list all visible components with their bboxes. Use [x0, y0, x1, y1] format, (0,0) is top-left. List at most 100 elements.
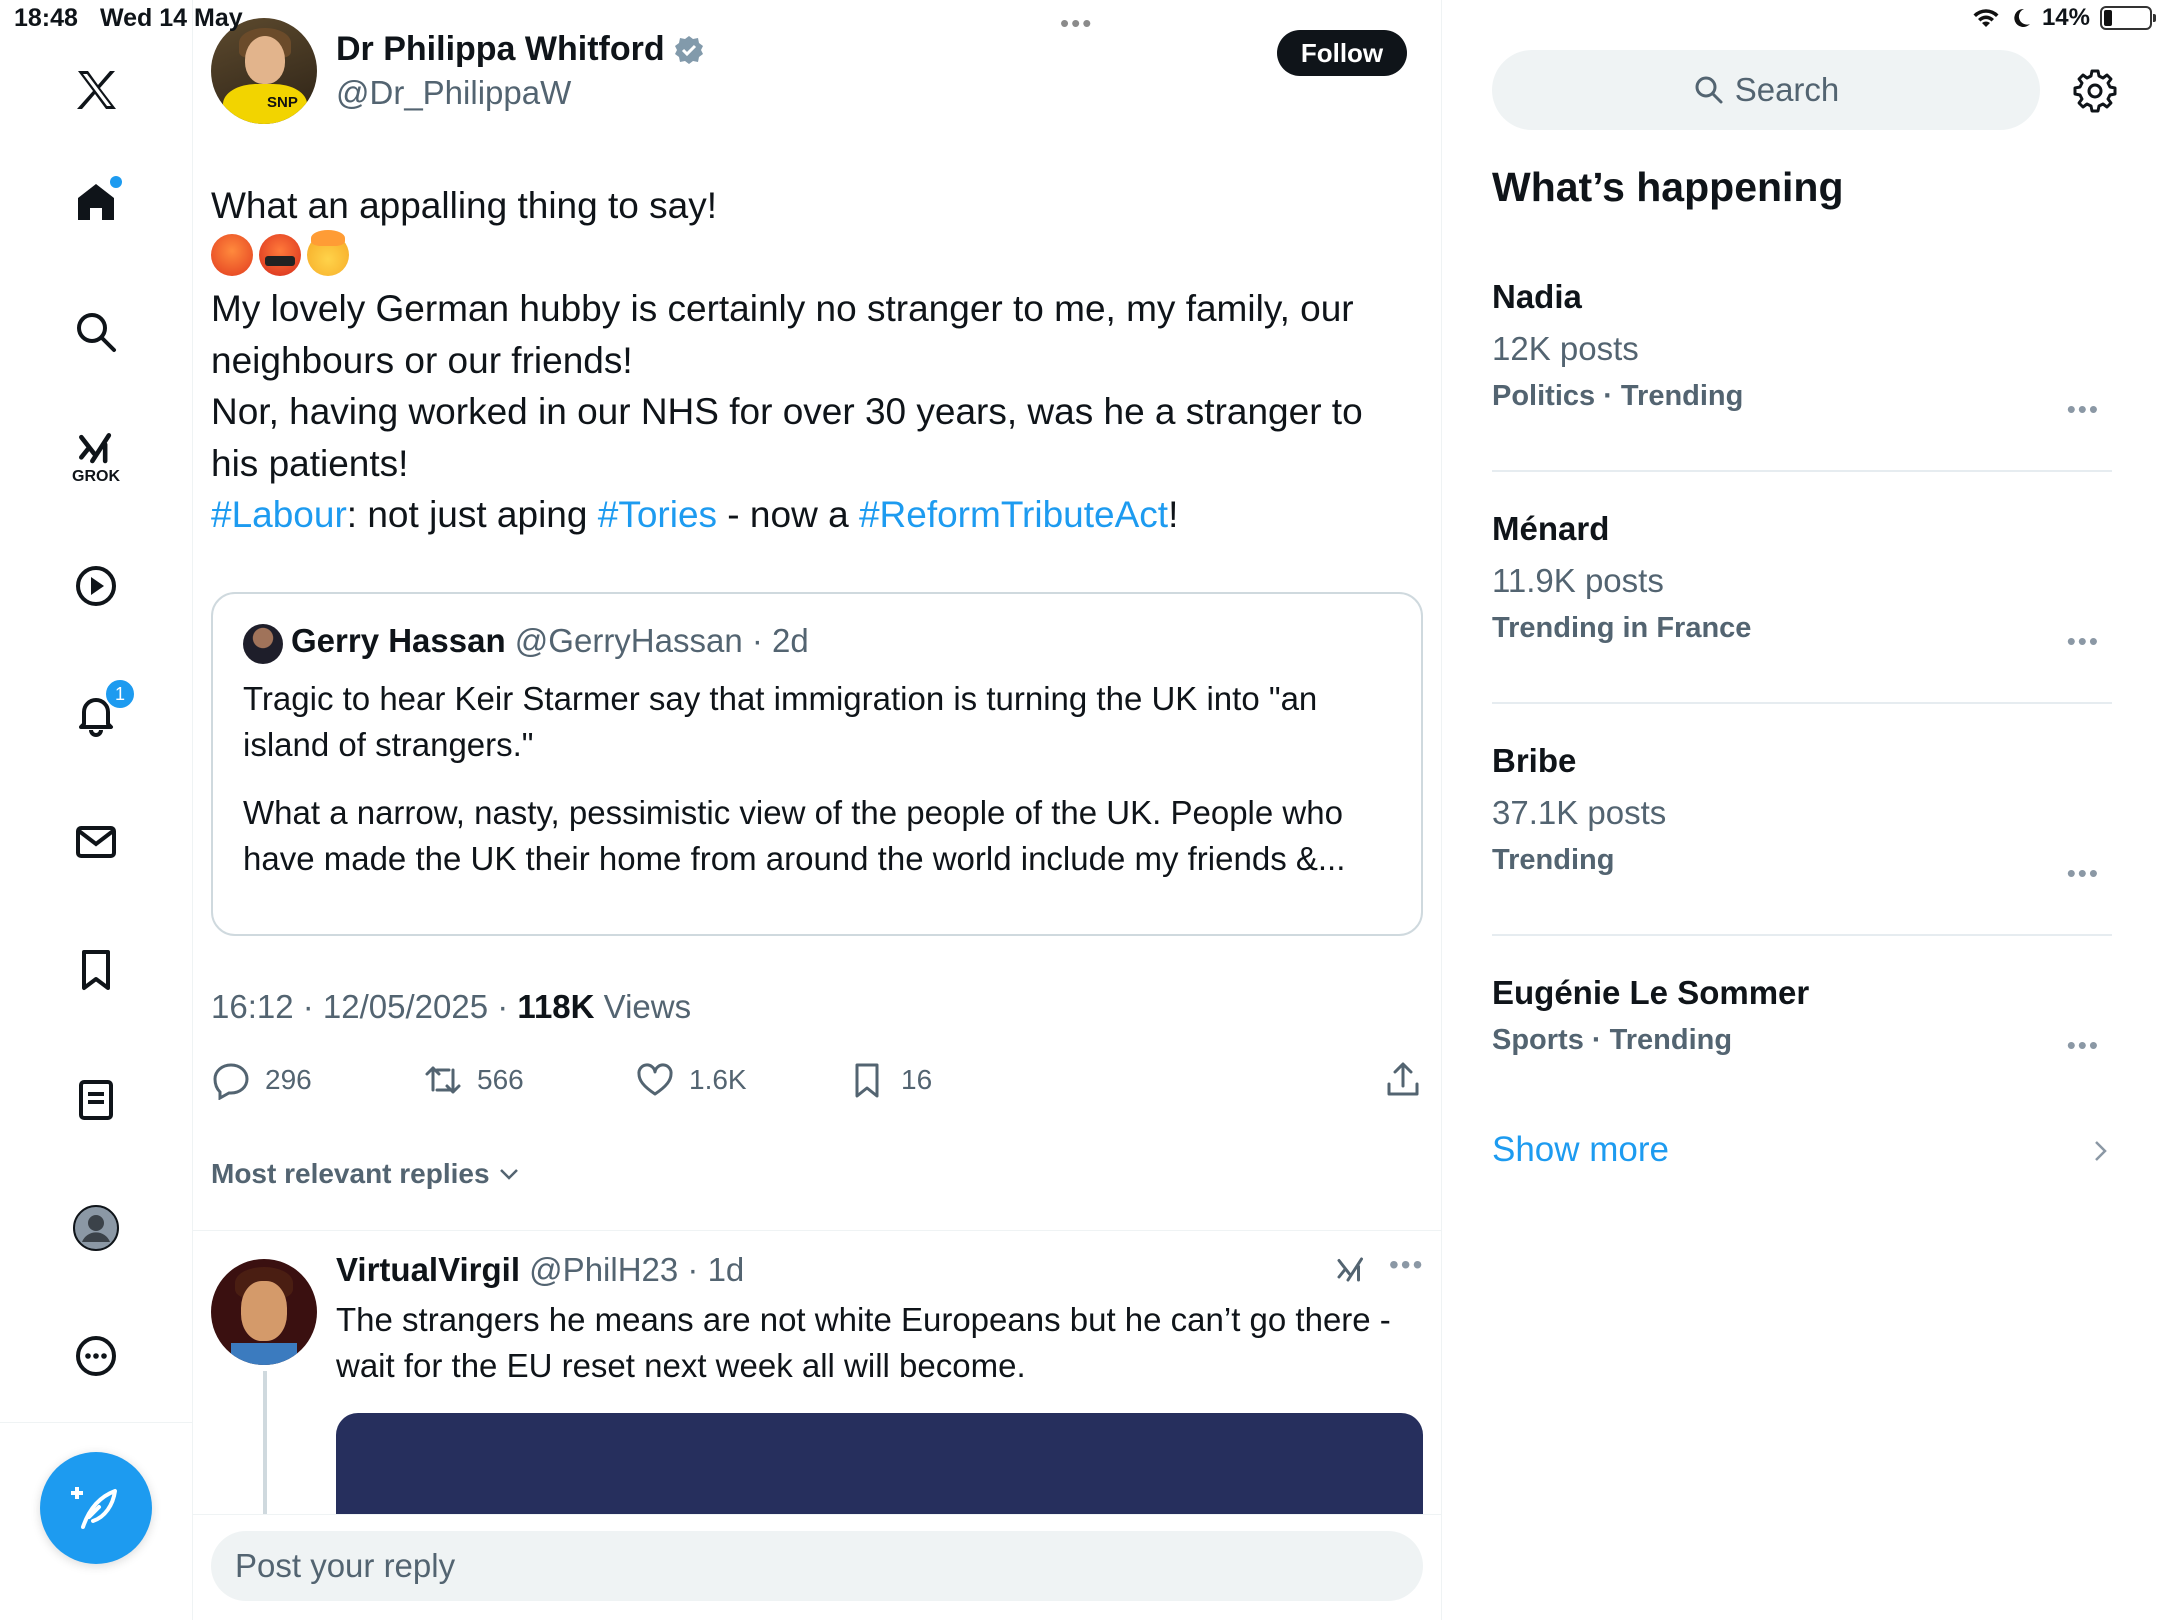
post-detail-column: SNP Dr Philippa Whitford @Dr_PhilippaW F… — [193, 0, 1442, 1620]
compose-post-button[interactable] — [40, 1452, 152, 1564]
nav-divider — [0, 1422, 193, 1423]
video-play-icon[interactable] — [66, 556, 126, 616]
lists-icon[interactable] — [66, 1070, 126, 1130]
share-upload-icon — [1387, 1062, 1419, 1096]
trend-category: Trending in France — [1492, 612, 1752, 644]
quoted-author-avatar[interactable] — [243, 624, 283, 664]
bookmark-icon — [855, 1063, 879, 1098]
post-text: What an appalling thing to say! My lovel… — [211, 180, 1421, 541]
compose-feather-icon — [71, 1487, 117, 1529]
search-placeholder: Search — [1734, 71, 1840, 108]
more-options-icon[interactable] — [66, 1326, 126, 1386]
post-date-time[interactable]: 16:12 · 12/05/2025 · — [211, 988, 517, 1025]
status-bar: 18:48 Wed 14 May ••• 14% — [0, 0, 2160, 40]
exploding-head-emoji-icon — [307, 229, 349, 276]
reply-sort-dropdown[interactable]: Most relevant replies — [211, 1158, 522, 1190]
post-emoji-row — [211, 229, 1421, 284]
cursing-face-emoji-icon — [259, 233, 301, 276]
post-timestamp: 16:12 · 12/05/2025 · 118K Views — [211, 988, 691, 1026]
search-icon — [1695, 76, 1723, 104]
reply-composer-bar: Post your reply — [193, 1514, 1441, 1620]
quoted-text-line: have made the UK their home from around … — [243, 840, 1346, 877]
reply-text-line: wait for the EU reset next week all will… — [336, 1347, 1026, 1384]
bookmark-count: 16 — [901, 1064, 933, 1095]
trend-more-options-icon[interactable]: ••• — [2067, 1030, 2100, 1061]
trend-item[interactable]: Eugénie Le Sommer Sports · Trending ••• — [1492, 974, 2112, 1060]
trend-more-options-icon[interactable]: ••• — [2067, 858, 2100, 889]
author-handle[interactable]: @Dr_PhilippaW — [336, 74, 571, 112]
chevron-right-icon[interactable] — [2088, 1136, 2112, 1166]
post-text-line: My lovely German hubby is certainly no s… — [211, 288, 1354, 329]
trend-category: Politics · Trending — [1492, 380, 1744, 412]
trend-name: Eugénie Le Sommer — [1492, 974, 1810, 1011]
angry-face-emoji-icon — [211, 233, 253, 276]
post-text-line: his patients! — [211, 442, 409, 484]
messages-envelope-icon[interactable] — [66, 812, 126, 872]
reply-author-name[interactable]: VirtualVirgil — [336, 1251, 520, 1288]
trend-name: Bribe — [1492, 742, 1577, 779]
notifications-count-badge: 1 — [104, 678, 136, 710]
reply-author-avatar[interactable] — [211, 1259, 317, 1365]
reply-author-meta: @PhilH23 · 1d — [520, 1251, 745, 1288]
trend-name: Nadia — [1492, 278, 1582, 315]
search-icon[interactable] — [66, 302, 126, 362]
profile-avatar-icon[interactable] — [66, 1198, 126, 1258]
like-button[interactable]: 1.6K — [635, 1060, 747, 1100]
share-button[interactable] — [1383, 1060, 1423, 1100]
quoted-author-meta: @GerryHassan · 2d — [505, 622, 809, 659]
notifications-bell-icon[interactable]: 1 — [66, 678, 136, 744]
x-logo-icon[interactable] — [66, 60, 126, 120]
bookmark-button[interactable]: 16 — [847, 1060, 932, 1100]
hashtag-link[interactable]: #ReformTributeAct — [859, 494, 1168, 535]
quoted-post-header: Gerry Hassan @GerryHassan · 2d — [291, 622, 809, 660]
views-label: Views — [594, 988, 692, 1025]
reply-bubble-icon — [213, 1063, 249, 1100]
hashtag-link[interactable]: #Tories — [598, 494, 717, 535]
repost-button[interactable]: 566 — [423, 1060, 524, 1100]
post-action-bar: 296 566 1.6K 16 — [211, 1060, 1423, 1110]
search-input[interactable]: Search — [1492, 50, 2040, 130]
quoted-author-name[interactable]: Gerry Hassan — [291, 622, 506, 659]
views-count: 118K — [517, 988, 595, 1025]
trend-post-count: 12K posts — [1492, 330, 1639, 367]
status-indicators: 14% — [1972, 4, 2156, 32]
quoted-post-card[interactable]: Gerry Hassan @GerryHassan · 2d Tragic to… — [211, 592, 1423, 936]
trend-divider — [1492, 702, 2112, 704]
trend-more-options-icon[interactable]: ••• — [2067, 626, 2100, 657]
post-text-line: What an appalling thing to say! — [211, 185, 717, 226]
post-hashtag-line: #Labour: not just aping #Tories - now a … — [211, 489, 1421, 541]
reply-more-options-icon[interactable]: ••• — [1389, 1249, 1424, 1281]
battery-icon — [2100, 6, 2156, 30]
trend-item[interactable]: Bribe 37.1K posts Trending ••• — [1492, 742, 2112, 888]
grok-icon[interactable]: GROK — [66, 420, 126, 485]
home-unread-dot — [110, 176, 122, 188]
trend-divider — [1492, 934, 2112, 936]
reply-header: VirtualVirgil @PhilH23 · 1d — [336, 1251, 744, 1289]
whats-happening-title: What’s happening — [1492, 164, 1844, 210]
trend-more-options-icon[interactable]: ••• — [2067, 394, 2100, 425]
reply-button[interactable]: 296 — [211, 1060, 312, 1100]
trend-item[interactable]: Nadia 12K posts Politics · Trending ••• — [1492, 278, 2112, 424]
bookmarks-icon[interactable] — [66, 940, 126, 1000]
show-more-link[interactable]: Show more — [1492, 1130, 1669, 1170]
trend-post-count: 37.1K posts — [1492, 794, 1667, 831]
post-text-fragment: - now a — [717, 494, 859, 535]
trend-item[interactable]: Ménard 11.9K posts Trending in France ••… — [1492, 510, 2112, 656]
trend-name: Ménard — [1492, 510, 1610, 547]
home-icon[interactable] — [66, 172, 126, 232]
quoted-text-line: What a narrow, nasty, pessimistic view o… — [243, 794, 1343, 831]
reply-text: The strangers he means are not white Eur… — [336, 1297, 1426, 1389]
post-text-line: neighbours or our friends! — [211, 339, 633, 381]
wifi-icon — [1973, 9, 1999, 28]
reply-post[interactable]: VirtualVirgil @PhilH23 · 1d ••• The stra… — [193, 1231, 1441, 1571]
reply-sort-label: Most relevant replies — [211, 1158, 490, 1189]
repost-icon — [425, 1066, 461, 1094]
settings-gear-icon[interactable] — [2072, 68, 2118, 114]
battery-percent: 14% — [2041, 4, 2090, 31]
multitasking-dots-icon[interactable]: ••• — [1060, 8, 1093, 39]
like-count: 1.6K — [689, 1064, 747, 1095]
chevron-down-icon — [499, 1169, 518, 1180]
grok-explain-icon[interactable] — [1333, 1253, 1369, 1289]
hashtag-link[interactable]: #Labour — [211, 494, 347, 535]
reply-input[interactable]: Post your reply — [211, 1531, 1423, 1601]
